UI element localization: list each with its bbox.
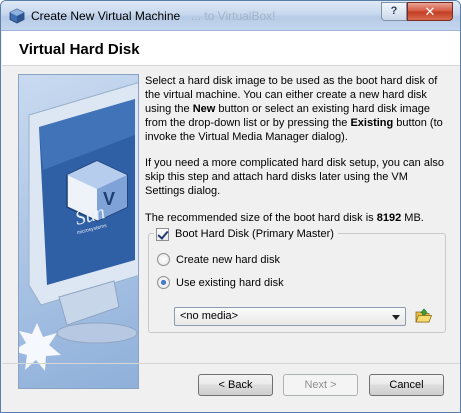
page-title: Virtual Hard Disk — [19, 41, 140, 58]
radio-use-existing-disk[interactable]: Use existing hard disk — [157, 276, 284, 289]
description-new-keyword: New — [192, 103, 216, 115]
radio-create-new-label: Create new hard disk — [176, 253, 280, 266]
hard-disk-combo-value: <no media> — [180, 310, 239, 322]
virtualbox-icon — [9, 8, 25, 24]
radio-use-existing-label: Use existing hard disk — [176, 276, 284, 289]
cancel-button[interactable]: Cancel — [369, 374, 444, 396]
recommended-size-value: 8192 — [376, 212, 402, 224]
recommended-size-text: The recommended size of the boot hard di… — [145, 212, 377, 224]
folder-open-icon[interactable] — [414, 307, 433, 326]
wizard-body: Virtual Hard Disk V Sun microsystems Sel… — [2, 31, 460, 412]
wizard-header: Virtual Hard Disk — [2, 31, 460, 66]
boot-disk-label: Boot Hard Disk (Primary Master) — [175, 228, 334, 240]
recommended-size-unit: MB. — [401, 212, 424, 224]
help-button[interactable]: ? — [381, 2, 407, 21]
back-button[interactable]: < Back — [198, 374, 273, 396]
radio-create-new-disk[interactable]: Create new hard disk — [157, 253, 280, 266]
radio-use-existing[interactable] — [157, 276, 170, 289]
description-paragraph: Select a hard disk image to be used as t… — [145, 74, 445, 144]
hard-disk-combo[interactable]: <no media> — [174, 307, 406, 326]
monitor-illustration: V Sun microsystems — [19, 82, 138, 371]
chevron-down-icon — [392, 315, 400, 320]
next-button[interactable]: Next > — [283, 374, 358, 396]
title-bar[interactable]: Create New Virtual Machine ... to Virtua… — [1, 1, 460, 31]
advanced-setup-paragraph: If you need a more complicated hard disk… — [145, 157, 445, 197]
recommended-size-paragraph: The recommended size of the boot hard di… — [145, 211, 445, 225]
close-button[interactable]: ✕ — [407, 2, 453, 21]
window-title: Create New Virtual Machine — [31, 9, 181, 23]
description-existing-keyword: Existing — [350, 117, 394, 129]
boot-disk-checkbox-row[interactable]: Boot Hard Disk (Primary Master) — [154, 226, 338, 242]
footer-separator — [2, 363, 460, 364]
radio-create-new[interactable] — [157, 253, 170, 266]
wizard-side-image: V Sun microsystems — [18, 74, 139, 389]
dialog-window: Create New Virtual Machine ... to Virtua… — [0, 0, 461, 413]
background-window-title: ... to VirtualBox! — [191, 9, 276, 23]
svg-text:V: V — [103, 189, 115, 209]
boot-disk-checkbox[interactable] — [156, 227, 169, 241]
